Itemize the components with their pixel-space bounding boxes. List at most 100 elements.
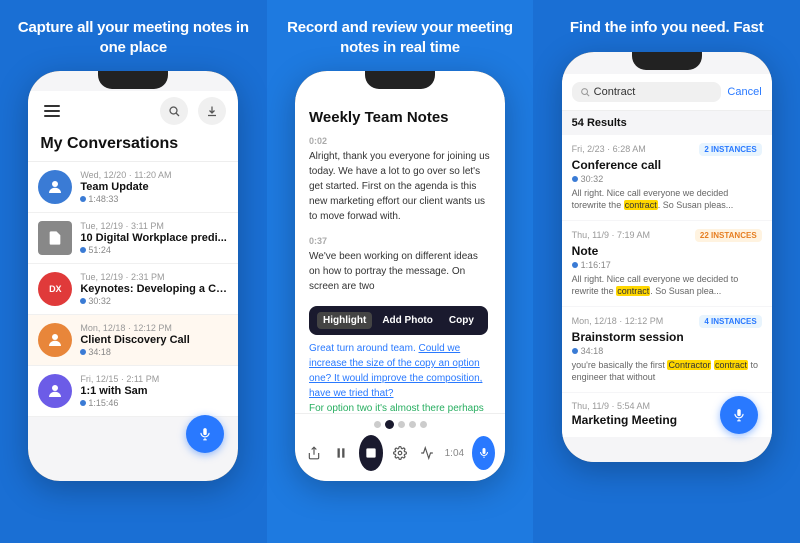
result-title: Conference call [572,158,762,172]
transcript-block: 0:37 We've been working on different ide… [309,236,491,294]
progress-dot [409,421,416,428]
transcript-text-highlight: Great turn around team. Could we increas… [309,341,491,401]
result-text: you're basically the first Contractor co… [572,359,762,384]
conv-body: Fri, 12/15 · 2:11 PM 1:1 with Sam 1:15:4… [80,374,228,408]
panel-recording: Record and review your meeting notes in … [267,0,534,543]
panel1-title: Capture all your meeting notes in one pl… [10,18,257,57]
waveform-icon[interactable] [418,439,437,467]
progress-dot [374,421,381,428]
phone-screen-3: Contract Cancel 54 Results Fri, 2/23 · 6… [562,52,772,462]
meeting-title: Weekly Team Notes [309,109,491,126]
conv-body: Mon, 12/18 · 12:12 PM Client Discovery C… [80,323,228,357]
conv-duration: 1:15:46 [80,398,228,408]
topbar-icons [160,97,226,125]
conv-duration: 30:32 [80,296,228,306]
conversation-list: Wed, 12/20 · 11:20 AM Team Update 1:48:3… [28,162,238,417]
avatar [38,170,72,204]
playback-time: 1:04 [445,448,464,459]
conv-date: Fri, 12/15 · 2:11 PM [80,374,228,384]
action-popup: Highlight Add Photo Copy [309,306,488,335]
conv-duration: 1:48:33 [80,194,228,204]
result-badge: 22 INSTANCES [695,229,762,242]
conversations-title: My Conversations [40,135,226,153]
phone-frame-3: Contract Cancel 54 Results Fri, 2/23 · 6… [562,52,772,462]
transcript-block: 0:02 Alright, thank you everyone for joi… [309,136,491,224]
pause-button[interactable] [332,439,351,467]
search-result-item[interactable]: Fri, 2/23 · 6:28 AM 2 INSTANCES Conferen… [562,135,772,220]
result-duration: 34:18 [572,346,762,356]
phone-frame-2: Weekly Team Notes 0:02 Alright, thank yo… [295,71,505,481]
phone-screen-2: Weekly Team Notes 0:02 Alright, thank yo… [295,71,505,481]
result-text: All right. Nice call everyone we decided… [572,273,762,298]
download-icon[interactable] [198,97,226,125]
cancel-button[interactable]: Cancel [727,86,761,98]
phone-notch-1 [98,71,168,89]
stop-button[interactable] [359,435,383,471]
search-input[interactable]: Contract [572,82,722,102]
search-icon[interactable] [160,97,188,125]
avatar: DX [38,272,72,306]
search-query: Contract [594,86,636,98]
controls-row: 1:04 [305,435,495,471]
topbar-1 [28,91,238,129]
result-badge: 4 INSTANCES [699,315,761,328]
list-item[interactable]: Mon, 12/18 · 12:12 PM Client Discovery C… [28,315,238,366]
conv-body: Tue, 12/19 · 3:11 PM 10 Digital Workplac… [80,221,228,255]
conv-date: Tue, 12/19 · 3:11 PM [80,221,228,231]
record-mic-button[interactable] [472,436,495,470]
copy-button[interactable]: Copy [443,312,480,329]
result-badge: 2 INSTANCES [699,143,761,156]
conv-date: Tue, 12/19 · 2:31 PM [80,272,228,282]
settings-icon[interactable] [391,439,410,467]
result-duration: 30:32 [572,174,762,184]
transcript-area: Weekly Team Notes 0:02 Alright, thank yo… [295,93,505,425]
phone-notch-2 [365,71,435,89]
panel2-title: Record and review your meeting notes in … [277,18,524,57]
search-result-item[interactable]: Thu, 11/9 · 7:19 AM 22 INSTANCES Note 1:… [562,221,772,306]
mic-button[interactable] [720,396,758,434]
mic-button[interactable] [186,415,224,453]
progress-indicator [305,420,495,429]
avatar [38,221,72,255]
list-item[interactable]: Tue, 12/19 · 3:11 PM 10 Digital Workplac… [28,213,238,264]
playback-controls: 1:04 [295,413,505,481]
conv-body: Tue, 12/19 · 2:31 PM Keynotes: Developin… [80,272,228,306]
phone-screen-1: My Conversations Wed, 12/20 · 11:20 AM T… [28,71,238,481]
highlight-button[interactable]: Highlight [317,312,372,329]
result-date: Thu, 11/9 · 7:19 AM 22 INSTANCES [572,229,762,242]
conv-title: Team Update [80,181,228,193]
result-text: All right. Nice call everyone we decided… [572,187,762,212]
timestamp: 0:37 [309,236,491,246]
panel-search: Find the info you need. Fast Contract Ca… [533,0,800,543]
conversations-header: My Conversations [28,129,238,162]
conv-title: 10 Digital Workplace predi... [80,232,228,244]
conv-title: Client Discovery Call [80,334,228,346]
transcript-text: Alright, thank you everyone for joining … [309,149,491,224]
progress-dot [420,421,427,428]
conv-title: 1:1 with Sam [80,385,228,397]
conv-duration: 51:24 [80,245,228,255]
results-count: 54 Results [562,111,772,135]
transcript-text: We've been working on different ideas on… [309,249,491,294]
share-icon[interactable] [305,439,324,467]
result-date: Fri, 2/23 · 6:28 AM 2 INSTANCES [572,143,762,156]
duration-dot [80,400,86,406]
list-item[interactable]: DX Tue, 12/19 · 2:31 PM Keynotes: Develo… [28,264,238,315]
progress-dot [398,421,405,428]
result-duration: 1:16:17 [572,260,762,270]
panel3-title: Find the info you need. Fast [570,18,764,38]
result-title: Brainstorm session [572,330,762,344]
list-item[interactable]: Fri, 12/15 · 2:11 PM 1:1 with Sam 1:15:4… [28,366,238,417]
conv-date: Mon, 12/18 · 12:12 PM [80,323,228,333]
search-bar: Contract Cancel [562,74,772,111]
add-photo-button[interactable]: Add Photo [376,312,439,329]
list-item[interactable]: Wed, 12/20 · 11:20 AM Team Update 1:48:3… [28,162,238,213]
result-title: Note [572,244,762,258]
conv-body: Wed, 12/20 · 11:20 AM Team Update 1:48:3… [80,170,228,204]
conv-title: Keynotes: Developing a Cu... [80,283,228,295]
avatar [38,323,72,357]
hamburger-menu[interactable] [40,101,64,121]
duration-dot [80,247,86,253]
search-result-item[interactable]: Mon, 12/18 · 12:12 PM 4 INSTANCES Brains… [562,307,772,392]
panel-conversations: Capture all your meeting notes in one pl… [0,0,267,543]
